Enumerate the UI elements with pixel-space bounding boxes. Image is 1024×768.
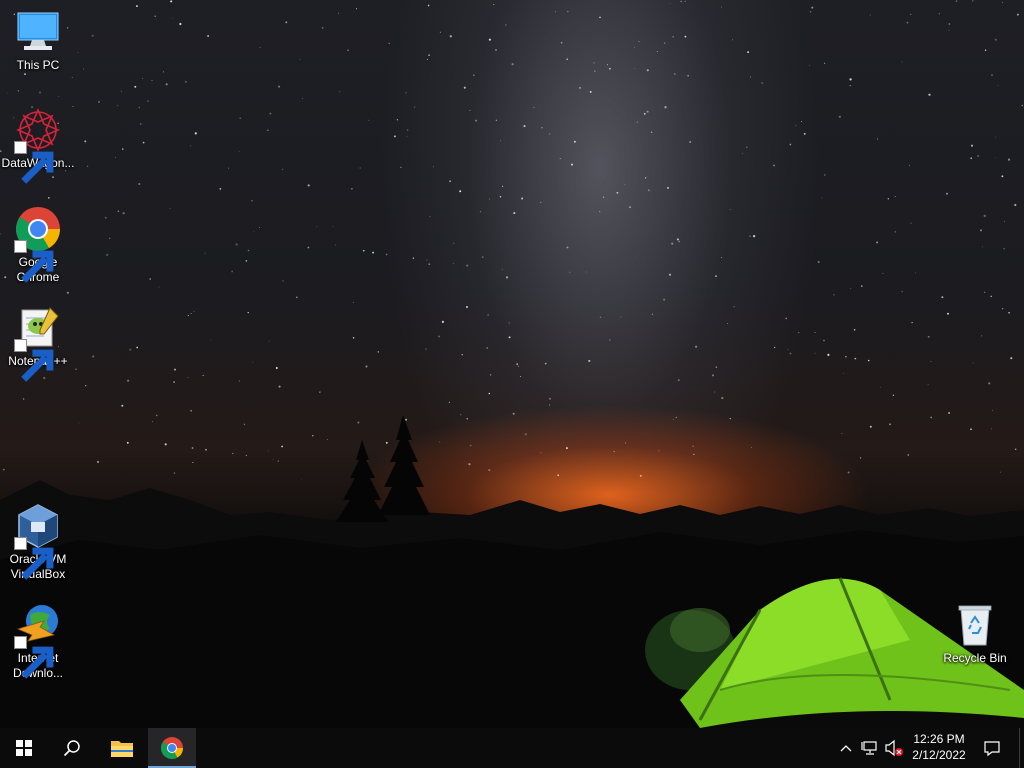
start-button[interactable] — [0, 728, 48, 768]
shortcut-arrow-icon — [14, 537, 54, 580]
windows-logo-icon — [16, 740, 32, 756]
shortcut-arrow-icon — [14, 240, 54, 283]
volume-tray-button[interactable] — [884, 738, 904, 758]
landscape-silhouette — [0, 415, 1024, 728]
taskbar-clock[interactable]: 12:26 PM 2/12/2022 — [906, 731, 972, 765]
network-tray-button[interactable] — [860, 738, 880, 758]
taskbar-google-chrome[interactable] — [148, 728, 196, 768]
desktop-icon-recycle-bin[interactable]: Recycle Bin — [937, 601, 1013, 666]
computer-icon — [17, 12, 59, 50]
search-icon — [63, 740, 80, 757]
notification-icon — [984, 741, 1000, 757]
desktop-icon-notepadpp[interactable]: Notepad++ — [0, 304, 76, 382]
desktop-icon-google-chrome[interactable]: Google Chrome — [0, 205, 76, 285]
taskbar: 12:26 PM 2/12/2022 — [0, 728, 1024, 768]
taskbar-file-explorer[interactable] — [98, 728, 146, 768]
desktop-wallpaper: This PC DataWagon... Google Chrome Notep… — [0, 0, 1024, 728]
clock-date: 2/12/2022 — [912, 748, 966, 762]
action-center-button[interactable] — [982, 738, 1002, 758]
folder-icon — [111, 741, 133, 757]
desktop-icon-datawagon[interactable]: DataWagon... — [0, 106, 76, 184]
search-button[interactable] — [48, 728, 96, 768]
volume-muted-icon — [885, 739, 903, 757]
show-hidden-icons-button[interactable] — [836, 738, 856, 758]
show-desktop-button[interactable] — [1019, 728, 1024, 768]
network-icon — [861, 741, 877, 755]
chevron-up-icon — [840, 745, 852, 752]
desktop-icon-virtualbox[interactable]: Oracle VM VirtualBox — [0, 502, 76, 582]
chrome-icon — [161, 737, 183, 759]
shortcut-arrow-icon — [14, 636, 54, 679]
desktop-icon-this-pc[interactable]: This PC — [0, 8, 76, 73]
desktop-icon-internet-download-manager[interactable]: Internet Downlo... — [0, 601, 76, 681]
shortcut-arrow-icon — [14, 339, 54, 382]
recycle-bin-icon — [958, 605, 992, 646]
clock-time: 12:26 PM — [913, 732, 965, 746]
shortcut-arrow-icon — [14, 141, 54, 184]
